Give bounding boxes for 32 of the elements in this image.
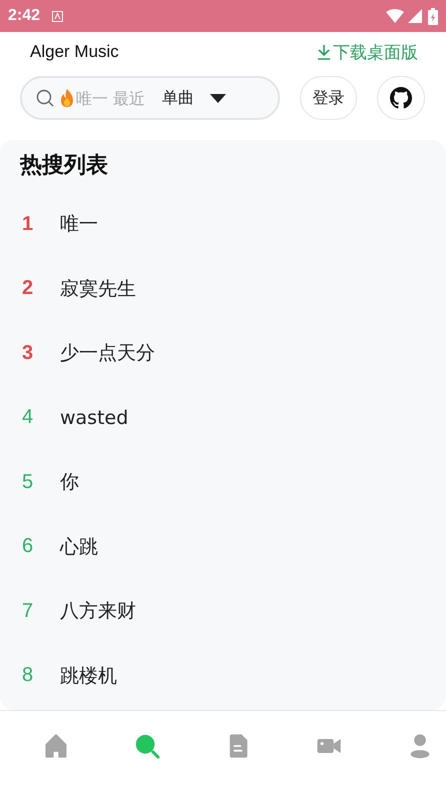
section-title: 热搜列表 [20,152,108,180]
song-title[interactable]: 心跳 [60,534,98,560]
download-icon [317,44,331,60]
status-time: 2:42 [8,7,40,25]
song-title[interactable]: 八方来财 [60,598,136,624]
search-input[interactable]: 唯一 最近 [76,88,150,108]
battery-icon [428,8,438,24]
app-name: Alger Music [30,42,119,62]
song-title[interactable]: wasted [60,406,128,429]
rank-number: 8 [22,664,34,688]
github-button[interactable] [377,76,425,120]
wifi-icon [386,9,404,23]
fire-icon [60,89,74,107]
song-title[interactable]: 寂寞先生 [60,276,136,302]
rank-number: 2 [22,277,34,300]
search-icon [36,89,54,107]
song-title[interactable]: 跳楼机 [60,662,117,689]
signal-icon [408,9,422,23]
notification-icon [52,10,64,22]
type-select[interactable]: 单曲 [162,88,226,108]
rank-number: 6 [22,535,34,558]
rank-number: 4 [22,406,34,430]
song-title[interactable]: 少一点天分 [60,340,155,366]
song-title[interactable]: 你 [60,469,79,496]
rank-number: 5 [22,470,34,494]
rank-number: 1 [22,212,34,236]
caret-icon [210,94,226,102]
song-title[interactable]: 唯一 [60,211,98,238]
rank-number: 7 [22,600,34,623]
github-icon [390,87,412,109]
rank-number: 3 [22,342,34,365]
login-button[interactable]: 登录 [300,76,357,120]
